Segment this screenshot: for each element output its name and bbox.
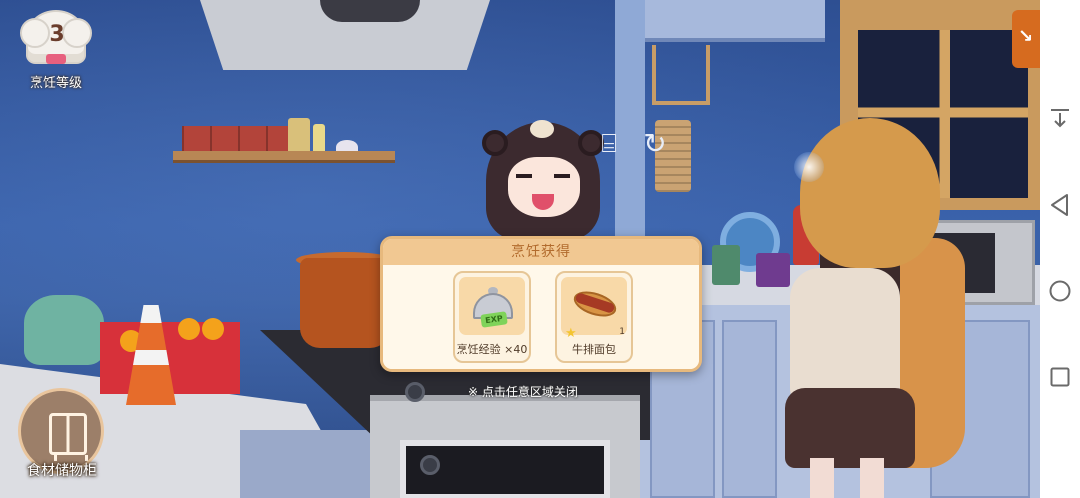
game-scene[interactable]: ⌸ ↻ 3 烹饪等级 食材储物柜 ↘ 烹饪获得 EXP 烹饪经验 ×40 ★ 1…: [0, 0, 1040, 498]
kettle: [24, 295, 104, 365]
door-frame: [615, 0, 645, 250]
hero-leg: [860, 458, 884, 498]
mug: [712, 245, 740, 285]
cooking-pot: [300, 258, 390, 348]
reward-item-exp[interactable]: EXP 烹饪经验 ×40: [453, 271, 531, 363]
chibi-ear: [482, 130, 508, 156]
close-hint-text: ※ 点击任意区域关闭: [468, 385, 578, 399]
range-hood-pipe: [320, 0, 420, 22]
chibi-hat-badge: [530, 120, 554, 138]
cabinet-icon: [49, 413, 88, 461]
home-icon[interactable]: [1040, 271, 1080, 311]
corner-menu-button[interactable]: ↘: [1012, 10, 1040, 68]
reward-label: 牛排面包: [572, 343, 616, 356]
orange: [178, 318, 200, 340]
hero-skirt: [785, 388, 915, 468]
wall-shelf: [173, 151, 395, 163]
hero-hood: [800, 118, 940, 268]
stove-knob: [405, 382, 425, 402]
oven-knob: [420, 455, 440, 475]
cooking-reward-panel[interactable]: 烹饪获得 EXP 烹饪经验 ×40 ★ 1 牛排面包: [380, 236, 702, 372]
exp-tag: EXP: [480, 311, 508, 328]
ingredient-storage-button[interactable]: 食材储物柜: [14, 388, 110, 498]
left-counter-side: [240, 430, 380, 498]
chibi-character: [478, 112, 608, 240]
cooking-level-label: 烹饪等级: [29, 76, 82, 91]
star-icon: ★: [565, 326, 577, 341]
back-icon[interactable]: [1040, 185, 1080, 225]
upper-cabinet: [645, 0, 825, 42]
item-count: 1: [619, 327, 625, 337]
wall-rack: [652, 45, 710, 105]
blender-icon[interactable]: ⌸: [594, 126, 624, 162]
hero-leg: [810, 458, 834, 498]
refresh-icon[interactable]: ↻: [640, 128, 670, 160]
brick-decoration: [182, 126, 292, 154]
system-navigation-bar: [1040, 0, 1080, 498]
spice-jar: [313, 124, 325, 154]
recents-icon[interactable]: [1040, 357, 1080, 397]
reward-item-steak-bread[interactable]: ★ 1 牛排面包: [555, 271, 633, 363]
cooking-level-value: 3: [49, 22, 65, 47]
spice-jar: [288, 118, 310, 154]
glow-orb: [794, 152, 824, 182]
cabinet-door: [722, 320, 777, 498]
reward-list: EXP 烹饪经验 ×40 ★ 1 牛排面包: [383, 265, 699, 369]
orange: [202, 318, 224, 340]
bow-icon: [46, 54, 66, 64]
panel-title: 烹饪获得: [383, 239, 699, 265]
reward-label: 烹饪经验 ×40: [456, 343, 528, 356]
storage-button-label: 食材储物柜: [27, 463, 97, 479]
cooking-level-badge[interactable]: 3 烹饪等级: [18, 8, 94, 92]
reward-image: ★ 1: [561, 277, 627, 340]
chibi-eye: [554, 174, 570, 180]
chibi-eye: [516, 174, 532, 180]
reward-image: EXP: [459, 277, 525, 335]
collapse-icon[interactable]: [1040, 98, 1080, 138]
arrow-down-right-icon: ↘: [1018, 26, 1034, 47]
